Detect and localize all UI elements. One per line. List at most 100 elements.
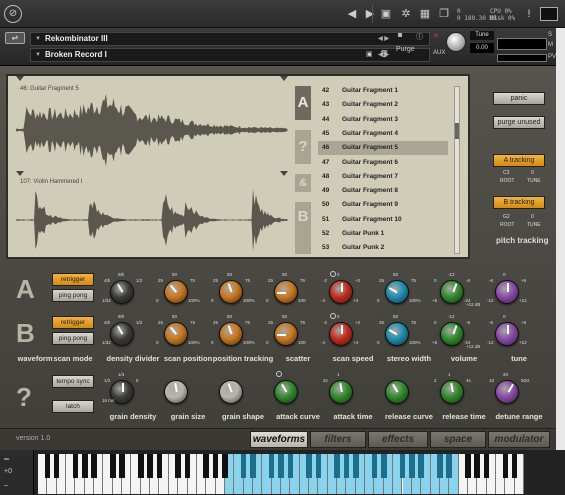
black-key[interactable] [72, 454, 79, 478]
grain-size-knob[interactable] [164, 380, 188, 404]
delete-icon[interactable]: 🗑 [380, 50, 389, 58]
a-scan-position-knob[interactable] [164, 280, 188, 304]
b-position-tracking-knob[interactable] [219, 322, 243, 346]
black-key[interactable] [483, 454, 490, 478]
attack-curve-knob[interactable] [274, 380, 298, 404]
b-ping-pong-button[interactable]: ping pong [52, 332, 94, 345]
end-marker-icon[interactable] [280, 171, 288, 176]
grid-icon[interactable]: ▦ [417, 6, 433, 22]
instrument-icon[interactable]: ⇌ [5, 32, 25, 44]
pitch-wheel-icon[interactable]: ═ [4, 456, 9, 463]
black-key[interactable] [53, 454, 60, 478]
a-position-tracking-knob[interactable] [219, 280, 243, 304]
b-density-divider-knob[interactable] [110, 322, 134, 346]
pv-label[interactable]: PV [548, 54, 556, 60]
a-tune-value[interactable]: 0 [531, 170, 534, 176]
right-arrow-icon[interactable]: ▶ [362, 6, 378, 22]
black-key[interactable] [502, 454, 509, 478]
info-icon[interactable]: ! [521, 6, 537, 22]
black-key[interactable] [91, 454, 97, 478]
b-stereo-width-knob[interactable] [385, 322, 409, 346]
black-key[interactable] [109, 454, 116, 478]
tab-effects[interactable]: effects [368, 431, 428, 448]
tab-filters[interactable]: filters [310, 431, 366, 448]
tempo-sync-button[interactable]: tempo sync [52, 375, 94, 388]
release-time-knob[interactable] [440, 380, 464, 404]
black-key[interactable] [474, 454, 481, 478]
black-key[interactable] [147, 454, 153, 478]
slot-random-button[interactable]: ? [295, 130, 311, 164]
tab-modulator[interactable]: modulator [488, 431, 550, 448]
sample-list-item[interactable]: 52 Guitar Punk 1 [318, 227, 448, 241]
black-key[interactable] [138, 454, 144, 478]
purge-label[interactable]: Purge [396, 46, 415, 53]
sample-list-item[interactable]: 51 Guitar Fragment 10 [318, 213, 448, 227]
octave-value[interactable]: +0 [4, 468, 12, 475]
black-key[interactable] [44, 454, 51, 478]
latch-button[interactable]: latch [52, 400, 94, 413]
sample-list-item[interactable]: 43 Guitar Fragment 2 [318, 98, 448, 112]
pan-slider[interactable] [497, 54, 547, 62]
panic-button[interactable]: panic [493, 92, 545, 105]
waveform-b[interactable] [16, 180, 288, 260]
slot-a-button[interactable]: A [295, 86, 311, 120]
mute-button[interactable]: M [548, 42, 553, 48]
piano-keyboard[interactable] [38, 454, 524, 494]
master-tune-knob[interactable] [446, 32, 466, 52]
black-key[interactable] [399, 454, 406, 478]
black-key[interactable] [268, 454, 275, 478]
sample-list-item[interactable]: 53 Guitar Punk 2 [318, 241, 448, 255]
black-key[interactable] [409, 454, 415, 478]
black-key[interactable] [212, 454, 219, 478]
black-key[interactable] [119, 454, 125, 478]
panel-icon[interactable] [540, 7, 558, 21]
a-root-value[interactable]: C3 [503, 170, 509, 176]
black-key[interactable] [250, 454, 256, 478]
a-stereo-width-knob[interactable] [385, 280, 409, 304]
start-marker-icon[interactable] [16, 76, 24, 81]
logo-icon[interactable]: ⊘ [4, 5, 22, 23]
black-key[interactable] [465, 454, 471, 478]
black-key[interactable] [222, 454, 228, 478]
scrollbar-thumb[interactable] [455, 123, 459, 139]
slot-link-button[interactable]: & [295, 174, 311, 192]
camera-icon[interactable]: ◙ [398, 32, 402, 39]
release-curve-knob[interactable] [385, 380, 409, 404]
a-ping-pong-button[interactable]: ping pong [52, 289, 94, 302]
save-snapshot-icon[interactable]: ▣ [366, 50, 373, 58]
b-tracking-button[interactable]: B tracking [493, 196, 545, 209]
black-key[interactable] [315, 454, 322, 478]
a-scatter-knob[interactable] [274, 280, 298, 304]
black-key[interactable] [352, 454, 359, 478]
black-key[interactable] [175, 454, 181, 478]
a-tracking-button[interactable]: A tracking [493, 154, 545, 167]
detune-range-knob[interactable] [495, 380, 519, 404]
tab-waveforms[interactable]: waveforms [250, 431, 308, 448]
save-icon[interactable]: ▣ [378, 6, 394, 22]
sample-list-item[interactable]: 47 Guitar Fragment 6 [318, 156, 448, 170]
black-key[interactable] [184, 454, 191, 478]
a-retrigger-button[interactable]: retrigger [52, 273, 94, 286]
black-key[interactable] [306, 454, 312, 478]
octave-down-icon[interactable]: – [4, 482, 8, 489]
b-volume-knob[interactable] [440, 322, 464, 346]
b-scan-position-knob[interactable] [164, 322, 188, 346]
black-key[interactable] [278, 454, 284, 478]
window-icon[interactable]: ❐ [436, 6, 452, 22]
sample-list-item[interactable]: 46 Guitar Fragment 5 [318, 141, 448, 156]
black-key[interactable] [156, 454, 163, 478]
sample-list-item[interactable]: 49 Guitar Fragment 8 [318, 184, 448, 198]
black-key[interactable] [203, 454, 210, 478]
b-scatter-knob[interactable] [274, 322, 298, 346]
a-scan-speed-knob[interactable] [329, 280, 353, 304]
black-key[interactable] [240, 454, 247, 478]
black-key[interactable] [511, 454, 518, 478]
sample-list-item[interactable]: 42 Guitar Fragment 1 [318, 84, 448, 98]
black-key[interactable] [437, 454, 443, 478]
black-key[interactable] [81, 454, 88, 478]
b-tune-value[interactable]: 0 [531, 214, 534, 220]
sample-list-item[interactable]: 44 Guitar Fragment 3 [318, 113, 448, 127]
aux-label[interactable]: AUX [433, 50, 445, 56]
purge-unused-button[interactable]: purge unused [493, 116, 545, 129]
a-density-divider-knob[interactable] [110, 280, 134, 304]
